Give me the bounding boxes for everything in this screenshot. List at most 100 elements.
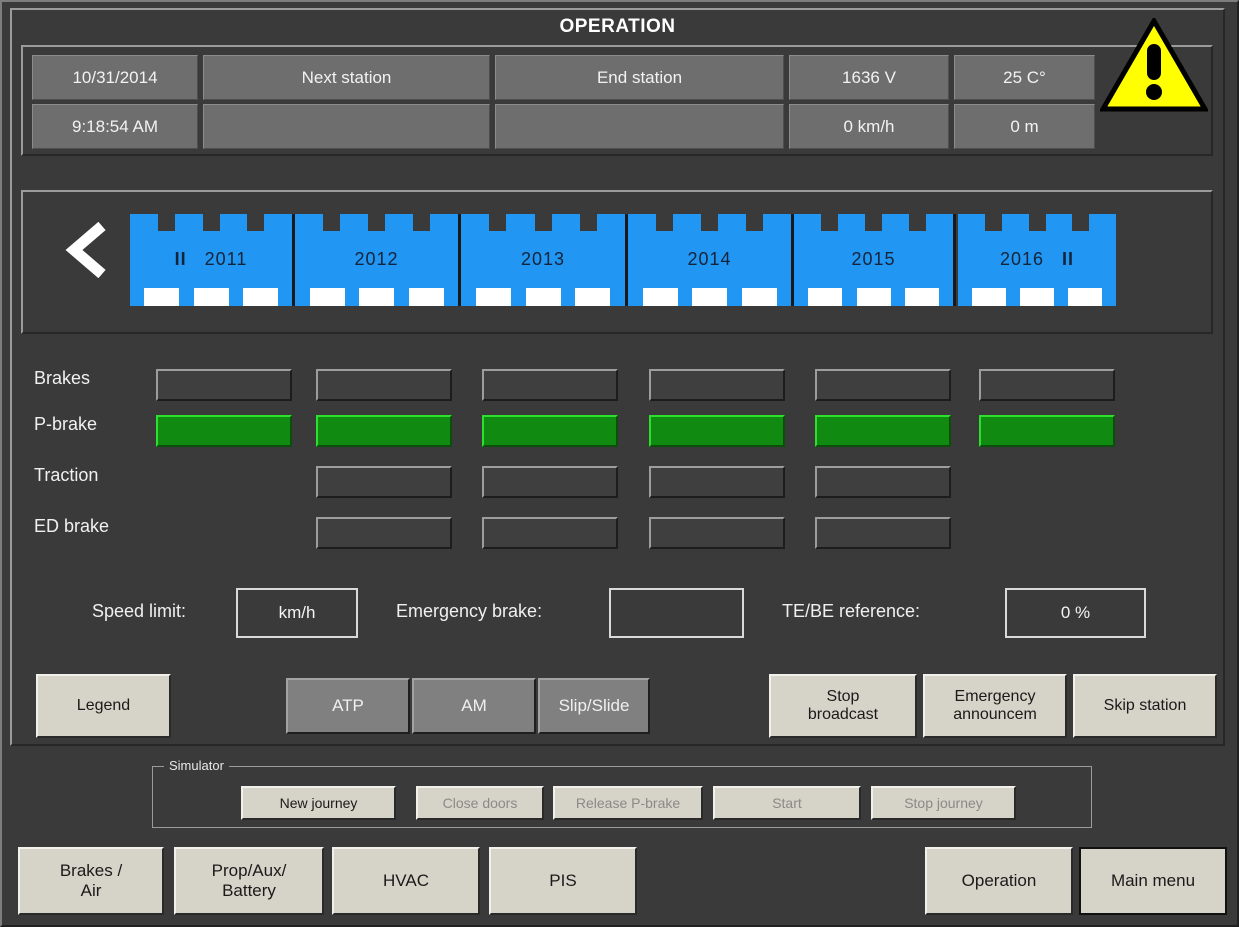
simulator-group-label: Simulator	[164, 758, 229, 773]
car-rear-marker: II	[1062, 249, 1075, 269]
car-door-gap	[677, 288, 692, 306]
car-door-gap	[842, 288, 857, 306]
train-car[interactable]: II 2011	[130, 214, 292, 306]
nav-prop-aux-label-line2: Battery	[222, 881, 276, 900]
train-car[interactable]: 2015	[794, 214, 953, 306]
left-chevron-icon	[65, 222, 106, 278]
nav-prop-aux-label-line1: Prop/Aux/	[211, 861, 287, 881]
end-station-value-field	[495, 104, 784, 149]
stop-broadcast-label-line2: broadcast	[807, 706, 879, 723]
car-door-gap	[295, 288, 310, 306]
simulator-stop-journey-button[interactable]: Stop journey	[871, 786, 1016, 820]
car-door	[1068, 288, 1102, 306]
simulator-release-p-brake-button[interactable]: Release P-brake	[553, 786, 703, 820]
car-roof-notch	[701, 214, 718, 232]
car-number-label: 2011	[204, 249, 248, 269]
status-indicator	[815, 466, 951, 498]
car-roof-notch	[247, 214, 264, 232]
car-doors	[958, 288, 1116, 306]
nav-hvac-button[interactable]: HVAC	[332, 847, 480, 915]
status-indicator	[649, 466, 785, 498]
car-door-gap	[727, 288, 742, 306]
car-body: 2012	[295, 231, 458, 288]
car-door-gap	[179, 288, 194, 306]
status-indicator	[156, 369, 292, 401]
car-roof	[958, 214, 1116, 232]
warning-triangle-icon	[1100, 18, 1208, 112]
train-car[interactable]: 2014	[628, 214, 791, 306]
next-station-value-field	[203, 104, 490, 149]
status-indicator	[316, 517, 452, 549]
simulator-close-doors-button[interactable]: Close doors	[416, 786, 544, 820]
car-coupler	[953, 214, 956, 306]
car-doors	[295, 288, 458, 306]
nav-prop-aux-battery-button[interactable]: Prop/Aux/ Battery	[174, 847, 324, 915]
train-car[interactable]: 2012	[295, 214, 458, 306]
car-roof-segment	[882, 214, 909, 232]
distance-field: 0 m	[954, 104, 1095, 149]
atp-indicator-button[interactable]: ATP	[286, 678, 410, 734]
car-roof-notch	[909, 214, 926, 232]
car-front-marker: II	[174, 249, 187, 269]
car-roof-segment	[1045, 214, 1073, 232]
train-car[interactable]: 2016 II	[958, 214, 1116, 306]
simulator-start-button[interactable]: Start	[713, 786, 861, 820]
emergency-announcement-button[interactable]: Emergency announcem	[923, 674, 1067, 738]
voltage-field: 1636 V	[789, 55, 949, 100]
status-indicator	[482, 415, 618, 447]
simulator-new-journey-button[interactable]: New journey	[241, 786, 396, 820]
car-roof-segment	[551, 214, 580, 232]
car-number-label: 2013	[520, 249, 566, 269]
car-roof-segment	[958, 214, 985, 232]
car-roof-notch	[203, 214, 220, 232]
car-roof-segment	[340, 214, 368, 232]
car-roof	[461, 214, 625, 232]
car-doors	[130, 288, 292, 306]
temperature-field: 25 C°	[954, 55, 1095, 100]
page-title: OPERATION	[559, 16, 676, 37]
slip-slide-indicator-button[interactable]: Slip/Slide	[538, 678, 650, 734]
date-field: 10/31/2014	[32, 55, 198, 100]
header-info-box: 10/31/2014 Next station End station 1636…	[21, 45, 1213, 156]
car-door-gap	[958, 288, 972, 306]
nav-brakes-air-button[interactable]: Brakes / Air	[18, 847, 164, 915]
car-roof-segment	[461, 214, 490, 232]
status-indicator	[482, 466, 618, 498]
car-door-gap	[461, 288, 476, 306]
nav-brakes-air-label-line1: Brakes /	[59, 861, 123, 881]
car-roof-segment	[926, 214, 953, 232]
nav-pis-button[interactable]: PIS	[489, 847, 637, 915]
car-roof-segment	[1001, 214, 1029, 232]
train-car[interactable]: 2013	[461, 214, 625, 306]
legend-button[interactable]: Legend	[36, 674, 171, 738]
nav-operation-button[interactable]: Operation	[925, 847, 1073, 915]
status-indicator	[482, 369, 618, 401]
nav-main-menu-button[interactable]: Main menu	[1079, 847, 1227, 915]
car-body: 2014	[628, 231, 791, 288]
car-door	[642, 288, 678, 306]
skip-station-button[interactable]: Skip station	[1073, 674, 1217, 738]
car-door	[408, 288, 444, 306]
car-roof-notch	[821, 214, 838, 232]
car-door-gap	[1006, 288, 1020, 306]
am-indicator-button[interactable]: AM	[412, 678, 536, 734]
status-indicator	[815, 369, 951, 401]
car-roof	[794, 214, 953, 232]
car-door	[525, 288, 561, 306]
operation-screen: OPERATION 10/31/2014 Next station End st…	[0, 0, 1239, 927]
car-body: 2015	[794, 231, 953, 288]
car-door	[309, 288, 345, 306]
car-roof-segment	[838, 214, 865, 232]
status-indicator	[316, 466, 452, 498]
status-indicator	[649, 369, 785, 401]
car-roof-segment	[430, 214, 458, 232]
car-roof-notch	[1029, 214, 1046, 232]
car-door-gap	[610, 288, 625, 306]
car-body: 2013	[461, 231, 625, 288]
stop-broadcast-button[interactable]: Stop broadcast	[769, 674, 917, 738]
status-row-label: ED brake	[34, 516, 110, 536]
car-body: 2016 II	[958, 231, 1116, 288]
car-roof-segment	[596, 214, 625, 232]
car-roof-segment	[264, 214, 292, 232]
car-roof-notch	[580, 214, 597, 232]
